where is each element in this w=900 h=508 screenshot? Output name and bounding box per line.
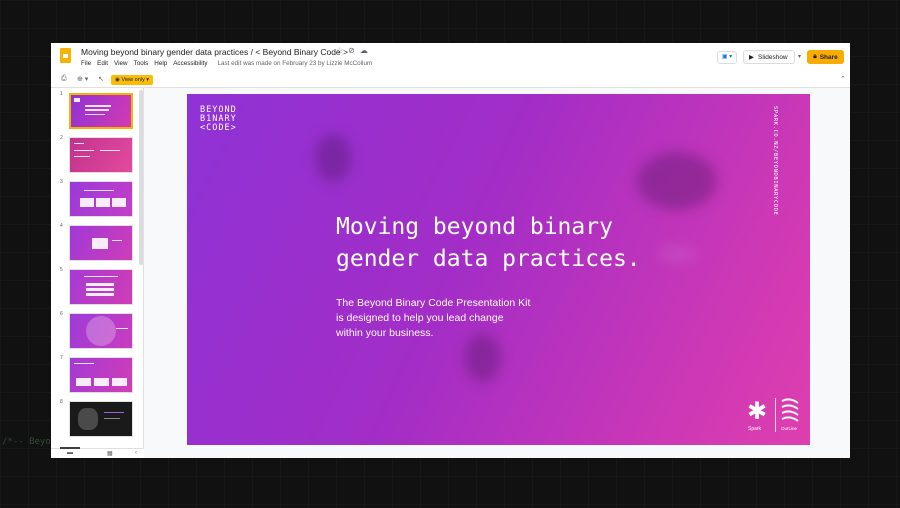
collapse-menus-icon[interactable]: ⌃ [840,75,846,83]
spark-star-icon: ✱ [747,398,768,425]
menu-accessibility[interactable]: Accessibility [173,60,207,67]
slide-thumbnail[interactable] [69,93,133,129]
last-edit-text[interactable]: Last edit was made on February 23 by Liz… [218,60,373,67]
view-only-button[interactable]: ◉ View only ▾ [111,75,154,85]
blurred-image [465,334,501,382]
print-icon[interactable]: ⎙ [61,75,67,83]
slide-thumbnail[interactable] [69,181,133,217]
filmstrip-footer: ▬ ▦ ‹ [51,447,144,458]
menu-view[interactable]: View [114,60,128,67]
blurred-image [657,244,697,264]
ourline-logo-icon [781,398,799,422]
slide-thumbnail-row[interactable]: 3 [51,179,143,223]
slide-thumbnail[interactable] [69,357,133,393]
slide-thumbnail-row[interactable]: 8 [51,399,143,443]
title-bar: Moving beyond binary gender data practic… [51,43,850,73]
view-only-label: View only [121,77,145,83]
slide-number: 8 [60,399,63,405]
slideshow-dropdown-icon[interactable]: ▾ [795,50,804,64]
slideshow-icon: ▶ [749,54,754,61]
slide-title: Moving beyond binary gender data practic… [336,214,641,272]
list-view-icon[interactable]: ▬ [67,450,73,456]
slide-thumbnail[interactable] [69,313,133,349]
slide-thumbnail-row[interactable]: 5 [51,267,143,311]
collapse-panel-icon[interactable]: ‹ [135,450,137,456]
spark-logo-text: Spark [748,426,762,432]
slide-number: 2 [60,135,63,141]
slide-number: 1 [60,91,63,97]
current-slide[interactable]: BEYOND B1NARY <CODE> SPARK.CO.NZ/BEYONDB… [187,94,810,445]
select-cursor-icon[interactable]: ↖ [98,75,104,83]
ourline-logo-text: OurLine [781,426,798,431]
present-options-button[interactable]: ▣ ▾ [717,51,737,64]
slide-number: 4 [60,223,63,229]
toolbar: ⎙ ⊕ ▾ ↖ ◉ View only ▾ ⌃ [51,73,850,88]
zoom-icon[interactable]: ⊕ ▾ [77,75,88,83]
vertical-url-text: SPARK.CO.NZ/BEYONDBINARYCODE [772,106,778,216]
slide-filmstrip: 1 2 3 4 5 6 7 8 [51,88,144,448]
slide-canvas: BEYOND B1NARY <CODE> SPARK.CO.NZ/BEYONDB… [144,88,850,458]
star-icon[interactable]: ☆ [336,46,348,55]
menu-file[interactable]: File [81,60,91,67]
filmstrip-scrollbar[interactable] [139,90,143,265]
slide-thumbnail[interactable] [69,225,133,261]
slides-app-icon[interactable] [60,48,71,63]
slideshow-label: Slideshow [758,53,788,61]
slide-number: 3 [60,179,63,185]
slide-thumbnail-row[interactable]: 2 [51,135,143,179]
brand-logos: ✱ Spark OurLine [747,396,803,436]
active-view-indicator [60,447,80,449]
slide-thumbnail-row[interactable]: 7 [51,355,143,399]
document-title[interactable]: Moving beyond binary gender data practic… [81,47,348,57]
menu-help[interactable]: Help [154,60,167,67]
slide-thumbnail[interactable] [69,401,133,437]
background-code-text: /*-- Beyon [2,437,57,447]
chevron-down-icon: ▾ [144,77,150,83]
logo-divider [775,398,776,432]
slide-number: 5 [60,267,63,273]
slide-thumbnail-row[interactable]: 1 [51,91,143,135]
slide-thumbnail-row[interactable]: 6 [51,311,143,355]
slide-thumbnail[interactable] [69,137,133,173]
share-button[interactable]: 🔒︎ Share [807,50,844,64]
slideshow-button[interactable]: ▶ Slideshow [743,50,795,64]
move-icon[interactable]: ⊘ [348,46,360,55]
blurred-image [315,134,351,182]
share-label: Share [819,53,838,61]
blurred-image [637,152,717,210]
cloud-icon[interactable]: ☁ [360,46,373,55]
beyond-binary-logo: BEYOND B1NARY <CODE> [200,105,237,133]
slide-number: 6 [60,311,63,317]
menu-tools[interactable]: Tools [134,60,149,67]
grid-view-icon[interactable]: ▦ [107,450,113,457]
slide-body-text: The Beyond Binary Code Presentation Kit … [336,297,531,339]
menu-edit[interactable]: Edit [97,60,108,67]
slides-window: Moving beyond binary gender data practic… [51,43,850,458]
slide-thumbnail-row[interactable]: 4 [51,223,143,267]
slide-number: 7 [60,355,63,361]
title-icons: ☆⊘☁ [336,46,373,55]
menu-bar: File Edit View Tools Help Accessibility … [81,60,372,67]
slide-thumbnail[interactable] [69,269,133,305]
lock-icon: 🔒︎ [813,53,817,60]
